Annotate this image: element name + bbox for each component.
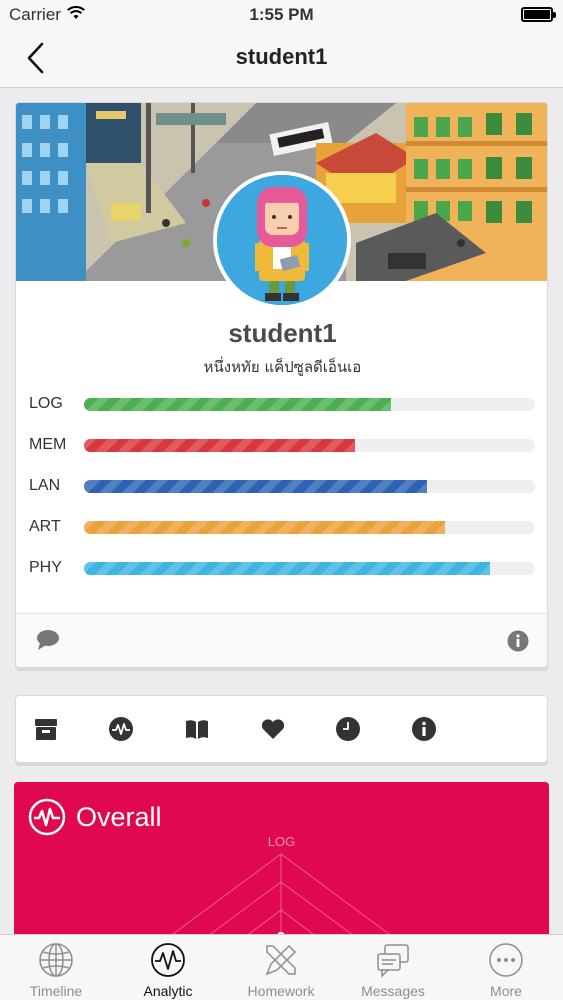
status-time: 1:55 PM — [249, 5, 314, 24]
comment-icon[interactable] — [36, 629, 60, 651]
stat-fill — [84, 562, 490, 575]
tab-label: Messages — [361, 983, 425, 999]
profile-subtitle: หนึ่งหทัย แค็ปซูลดีเอ็นเอ — [203, 358, 362, 376]
stat-label: MEM — [29, 436, 67, 453]
tab-label: More — [490, 983, 522, 999]
stat-row-lan: LAN — [29, 477, 536, 497]
tab-label: Analytic — [143, 983, 193, 999]
globe-icon — [39, 943, 73, 977]
stat-row-art: ART — [29, 518, 536, 538]
tab-messages[interactable]: Messages — [337, 935, 449, 1000]
stat-label: PHY — [29, 559, 62, 576]
more-icon — [489, 943, 523, 977]
stat-track — [84, 439, 535, 452]
stat-row-phy: PHY — [29, 559, 536, 579]
battery-icon — [521, 7, 556, 22]
tab-homework[interactable]: Homework — [225, 935, 337, 1000]
stat-row-mem: MEM — [29, 436, 536, 456]
book-icon[interactable] — [184, 716, 210, 742]
chat-icon — [377, 944, 409, 978]
page-title: student1 — [235, 44, 328, 69]
tab-bar: Timeline Analytic Homework Messages More — [0, 934, 563, 1000]
pencil-ruler-icon — [265, 944, 297, 976]
activity-icon — [151, 943, 185, 977]
tab-label: Homework — [247, 983, 315, 999]
stat-track — [84, 521, 535, 534]
stat-track — [84, 480, 535, 493]
stat-fill — [84, 398, 391, 411]
stat-label: LAN — [29, 477, 61, 494]
stat-track — [84, 562, 535, 575]
activity-icon[interactable] — [108, 716, 134, 742]
tab-label: Timeline — [29, 983, 83, 999]
status-bar: Carrier 1:55 PM — [0, 0, 563, 30]
student-avatar-image — [217, 175, 347, 305]
overall-title: Overall — [76, 802, 162, 832]
stat-fill — [84, 480, 427, 493]
stat-fill — [84, 521, 445, 534]
stat-row-log: LOG — [29, 395, 536, 415]
stat-label: LOG — [29, 395, 63, 412]
info-icon[interactable] — [507, 630, 529, 652]
tab-more[interactable]: More — [450, 935, 562, 1000]
tab-analytic[interactable]: Analytic — [112, 935, 224, 1000]
profile-card-footer — [16, 613, 547, 667]
stat-label: ART — [29, 518, 61, 535]
clock-icon[interactable] — [335, 716, 361, 742]
profile-name: student1 — [228, 318, 337, 348]
avatar — [213, 171, 351, 309]
archive-icon[interactable] — [33, 716, 59, 742]
info-icon[interactable] — [411, 716, 437, 742]
heart-icon[interactable] — [260, 716, 286, 742]
profile-card: student1 หนึ่งหทัย แค็ปซูลดีเอ็นเอ LOG ME… — [15, 102, 548, 668]
tab-timeline[interactable]: Timeline — [0, 935, 112, 1000]
stat-fill — [84, 439, 355, 452]
activity-icon — [28, 798, 66, 836]
navigation-bar: student1 — [0, 30, 563, 88]
section-icon-bar — [15, 695, 548, 763]
stat-track — [84, 398, 535, 411]
